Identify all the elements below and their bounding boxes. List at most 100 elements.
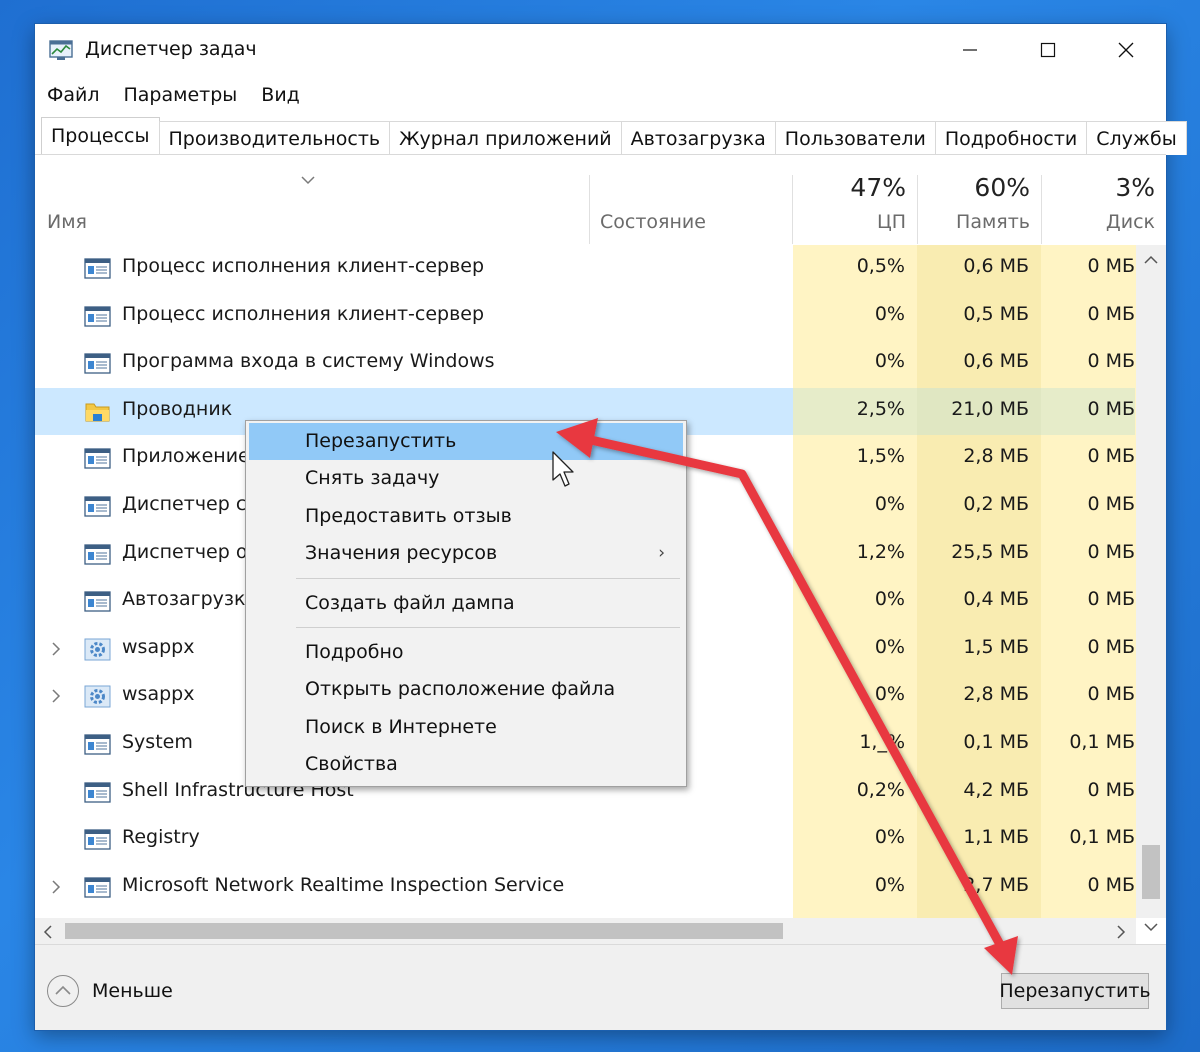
disk-total-percent[interactable]: 3% (1115, 173, 1155, 202)
column-cpu[interactable]: ЦП (877, 211, 906, 233)
process-row[interactable]: Программа входа в систему Windows 0% 0,6 М… (35, 340, 1135, 388)
process-row[interactable]: Процесс исполнения клиент-сервер 0% 0,5 МБ… (35, 293, 1135, 341)
memory-value: 0,6 МБ (963, 350, 1029, 373)
close-icon (1118, 42, 1134, 58)
context-menu-item[interactable]: Значения ресурсов › (249, 535, 683, 572)
header-separator (1041, 175, 1042, 244)
column-memory[interactable]: Память (956, 211, 1030, 233)
menu-view[interactable]: Вид (261, 84, 300, 106)
menu-file[interactable]: Файл (47, 84, 100, 106)
disk-value: 0 МБ (1087, 873, 1135, 896)
process-row[interactable]: Registry 0% 1,1 МБ 0,1 МБ (35, 816, 1135, 864)
context-menu: Перезапустить Снять задачу Предоставить от… (245, 420, 687, 787)
memory-value: 0,6 МБ (963, 255, 1029, 277)
window-app-icon (84, 495, 111, 518)
header-separator (917, 175, 918, 244)
window-app-icon (84, 876, 111, 899)
context-menu-item-label: Перезапустить (305, 430, 457, 452)
vertical-scroll-thumb[interactable] (1142, 845, 1160, 899)
scroll-down-icon[interactable] (1144, 922, 1158, 932)
context-menu-item[interactable]: Снять задачу (249, 460, 683, 497)
process-name-cell[interactable]: Registry (35, 816, 793, 864)
vertical-scrollbar[interactable] (1136, 245, 1166, 932)
context-menu-item-label: Свойства (305, 753, 398, 776)
scroll-right-icon[interactable] (1116, 925, 1126, 939)
expand-chevron-right-icon[interactable] (51, 879, 61, 895)
process-name: Диспетчер се (122, 493, 258, 515)
tab-details[interactable]: Подробности (934, 121, 1088, 155)
minimize-button[interactable] (931, 24, 1009, 76)
sort-chevron-down-icon[interactable] (301, 175, 315, 185)
process-name: Автозагрузка (122, 588, 258, 611)
close-button[interactable] (1087, 24, 1165, 76)
cpu-value: 0% (874, 350, 905, 373)
process-name: wsappx (122, 635, 195, 658)
scroll-up-icon[interactable] (1144, 255, 1158, 265)
process-name: Registry (122, 826, 200, 849)
title-bar[interactable]: Диспетчер задач (35, 24, 1166, 76)
tab-performance[interactable]: Производительность (158, 121, 391, 155)
process-name-cell[interactable]: Процесс исполнения клиент-сервер (35, 293, 793, 341)
process-name: Проводник (122, 397, 233, 420)
column-disk[interactable]: Диск (1106, 211, 1155, 233)
cpu-total-percent[interactable]: 47% (850, 173, 906, 202)
process-name: Программа входа в систему Windows (122, 350, 495, 373)
column-status[interactable]: Состояние (600, 211, 706, 233)
menu-options[interactable]: Параметры (124, 84, 238, 106)
context-menu-item[interactable]: Перезапустить (249, 423, 683, 460)
disk-value: 0 МБ (1087, 683, 1135, 706)
window-app-icon (84, 305, 111, 328)
tab-bar: Процессы Производительность Журнал прило… (41, 117, 1187, 155)
process-row[interactable]: Microsoft Network Realtime Inspection Se… (35, 864, 1135, 912)
chevron-up-circle-icon (47, 975, 79, 1007)
horizontal-scrollbar[interactable] (35, 918, 1136, 944)
cpu-value: 0% (874, 683, 905, 706)
fewer-details-button[interactable]: Меньше (47, 975, 173, 1007)
context-menu-item-label: Поиск в Интернете (305, 715, 497, 738)
column-name[interactable]: Имя (47, 211, 87, 233)
maximize-button[interactable] (1009, 24, 1087, 76)
expand-chevron-right-icon[interactable] (51, 688, 61, 704)
cpu-value: 0% (874, 873, 905, 896)
cpu-value: 0% (874, 588, 905, 611)
context-menu-item[interactable]: Создать файл дампа (249, 585, 683, 622)
process-row[interactable]: Процесс исполнения клиент-сервер 0,5% 0,6 … (35, 245, 1135, 293)
cpu-value: 0% (874, 493, 905, 515)
context-menu-separator (296, 577, 680, 579)
expand-chevron-right-icon[interactable] (51, 641, 61, 657)
tab-processes[interactable]: Процессы (41, 117, 160, 155)
window-app-icon (84, 447, 111, 470)
scroll-left-icon[interactable] (43, 925, 53, 939)
cpu-value: 2,5% (793, 387, 917, 436)
process-name: Приложение (122, 445, 250, 468)
context-menu-item[interactable]: Предоставить отзыв (249, 498, 683, 535)
fewer-details-label: Меньше (92, 980, 173, 1002)
cpu-value: 1,2% (856, 540, 905, 563)
memory-value: 21,0 МБ (917, 387, 1041, 436)
process-name-cell[interactable]: Процесс исполнения клиент-сервер (35, 245, 793, 293)
context-menu-item[interactable]: Подробно (249, 634, 683, 671)
context-menu-item[interactable]: Поиск в Интернете (249, 709, 683, 746)
gear-service-icon (84, 685, 111, 708)
tab-startup[interactable]: Автозагрузка (620, 121, 776, 155)
memory-value: 0,5 МБ (963, 302, 1029, 325)
memory-value: 25,5 МБ (951, 540, 1029, 563)
tab-app-history[interactable]: Журнал приложений (389, 121, 622, 155)
context-menu-item-label: Значения ресурсов (305, 542, 498, 565)
context-menu-item[interactable]: Открыть расположение файла (249, 671, 683, 708)
memory-value: 2,7 МБ (963, 873, 1029, 896)
context-menu-item[interactable]: Свойства (249, 746, 683, 783)
window-app-icon (84, 781, 111, 804)
process-name: wsappx (122, 683, 195, 706)
tab-users[interactable]: Пользователи (774, 121, 936, 155)
tab-services[interactable]: Службы (1086, 121, 1187, 155)
window-title: Диспетчер задач (85, 38, 257, 60)
process-name-cell[interactable]: Microsoft Network Realtime Inspection Se… (35, 864, 793, 912)
horizontal-scroll-thumb[interactable] (65, 923, 783, 939)
task-manager-app-icon (49, 40, 73, 60)
process-name-cell[interactable]: Программа входа в систему Windows (35, 340, 793, 388)
memory-value: 2,8 МБ (963, 683, 1029, 706)
memory-total-percent[interactable]: 60% (974, 173, 1030, 202)
context-menu-item-label: Снять задачу (305, 467, 440, 490)
restart-button[interactable]: Перезапустить (999, 973, 1151, 1009)
